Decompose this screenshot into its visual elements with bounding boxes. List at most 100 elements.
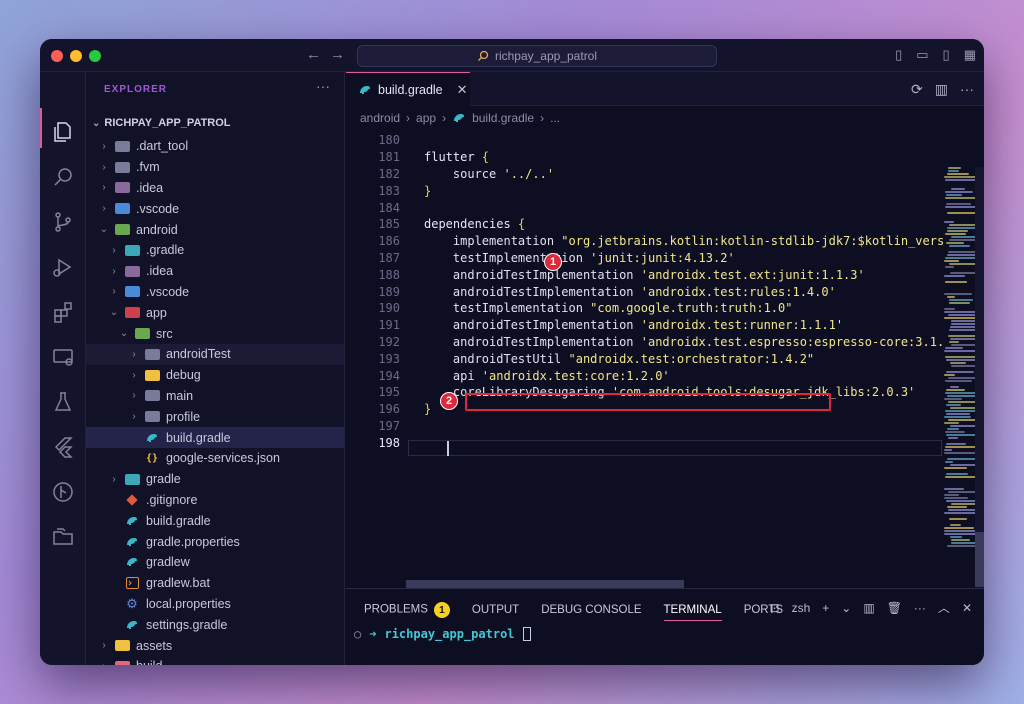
run-debug-icon[interactable]	[51, 255, 75, 279]
vertical-scrollbar[interactable]	[975, 167, 984, 587]
split-editor-icon[interactable]: ▥	[935, 81, 948, 98]
tree-item[interactable]: ⌄ src	[86, 323, 344, 344]
tree-item[interactable]: › .vscode	[86, 282, 344, 303]
chevron-down-icon[interactable]: ⌄	[841, 601, 851, 615]
folder-icon	[144, 347, 160, 361]
breadcrumb-item[interactable]: android	[360, 111, 400, 125]
git-graph-icon[interactable]	[51, 480, 75, 504]
breadcrumb-item[interactable]: ...	[550, 111, 560, 125]
tree-item[interactable]: › .idea	[86, 178, 344, 199]
more-actions-icon[interactable]: ···	[316, 78, 330, 94]
tree-item[interactable]: build.gradle	[86, 427, 344, 448]
close-tab-icon[interactable]: ✕	[457, 82, 468, 98]
tree-item[interactable]: build.gradle	[86, 510, 344, 531]
breadcrumb-item[interactable]: build.gradle	[472, 111, 534, 125]
chevron-right-icon: ›	[102, 161, 106, 173]
toggle-sidebar-icon[interactable]: ▯	[895, 47, 902, 63]
more-actions-icon[interactable]: ···	[960, 81, 974, 98]
vertical-scrollbar-thumb[interactable]	[975, 532, 984, 587]
code-token: androidTestUtil	[424, 351, 569, 366]
line-number: 191	[378, 318, 400, 333]
testing-icon[interactable]	[51, 390, 75, 414]
maximize-panel-icon[interactable]: ︿	[938, 599, 950, 616]
tree-item[interactable]: .gitignore	[86, 490, 344, 511]
tab-problems[interactable]: PROBLEMS 1	[364, 602, 450, 618]
breadcrumb-item[interactable]: app	[416, 111, 436, 125]
tree-item[interactable]: › .fvm	[86, 157, 344, 178]
tree-item[interactable]: › .vscode	[86, 198, 344, 219]
minimap-line	[947, 296, 955, 298]
minimap-line	[950, 362, 966, 364]
tree-item[interactable]: ⌄ app	[86, 302, 344, 323]
search-icon[interactable]	[51, 165, 75, 189]
tree-item[interactable]: ⌄ android	[86, 219, 344, 240]
minimap-line	[944, 308, 955, 310]
gradle-elephant-icon	[124, 555, 140, 569]
extensions-icon[interactable]	[51, 300, 75, 324]
toggle-panel-icon[interactable]: ▭	[916, 47, 928, 63]
flutter-icon[interactable]	[51, 435, 75, 459]
tree-item[interactable]: › build	[86, 656, 344, 665]
panel-tabs: PROBLEMS 1 OUTPUT DEBUG CONSOLE TERMINAL …	[364, 599, 783, 621]
tree-item[interactable]: › profile	[86, 406, 344, 427]
tree-item[interactable]: gradle.properties	[86, 531, 344, 552]
source-control-icon[interactable]	[51, 210, 75, 234]
tab-problems-label: PROBLEMS	[364, 603, 428, 616]
minimap-line	[946, 443, 966, 445]
tree-item[interactable]: gradlew.bat	[86, 573, 344, 594]
more-actions-icon[interactable]: ···	[914, 601, 926, 615]
close-window-button[interactable]	[51, 50, 63, 62]
minimap-line	[949, 341, 959, 343]
tree-item[interactable]: › assets	[86, 635, 344, 656]
line-number: 188	[378, 267, 400, 282]
terminal-prompt[interactable]: ○ ➜ richpay_app_patrol	[354, 627, 531, 641]
back-arrow-icon[interactable]: ←	[306, 46, 321, 63]
trash-icon[interactable]: 🗑	[887, 601, 902, 615]
forward-arrow-icon[interactable]: →	[330, 46, 345, 63]
tree-item[interactable]: › .gradle	[86, 240, 344, 261]
tree-item[interactable]: {} google-services.json	[86, 448, 344, 469]
tab-terminal[interactable]: TERMINAL	[663, 604, 722, 621]
tree-item[interactable]: › .idea	[86, 261, 344, 282]
line-number: 183	[378, 183, 400, 198]
explorer-icon[interactable]	[51, 120, 75, 144]
toggle-secondary-sidebar-icon[interactable]: ▯	[943, 47, 950, 63]
minimize-window-button[interactable]	[70, 50, 82, 62]
customize-layout-icon[interactable]: ▦	[964, 47, 976, 63]
tree-item[interactable]: settings.gradle	[86, 614, 344, 635]
project-root[interactable]: ⌄ RICHPAY_APP_PATROL	[86, 113, 344, 133]
tree-item[interactable]: › androidTest	[86, 343, 344, 365]
tree-item[interactable]: › gradle	[86, 469, 344, 490]
chevron-right-icon: ›	[132, 390, 136, 402]
horizontal-scrollbar[interactable]	[406, 580, 684, 588]
line-number: 187	[378, 250, 400, 265]
tree-item[interactable]: gradlew	[86, 552, 344, 573]
shell-name[interactable]: zsh	[792, 601, 811, 615]
tree-item-label: build.gradle	[146, 513, 211, 528]
project-manager-icon[interactable]	[51, 525, 75, 549]
code-token: api	[424, 368, 482, 383]
tree-item[interactable]: › .dart_tool	[86, 136, 344, 157]
chevron-right-icon: ›	[112, 473, 116, 485]
command-center-search[interactable]: richpay_app_patrol	[357, 45, 717, 67]
tab-build-gradle[interactable]: build.gradle ✕	[346, 72, 470, 106]
layout-controls: ▯ ▭ ▯ ▦	[895, 47, 976, 63]
new-terminal-icon[interactable]: +	[822, 601, 829, 615]
code-token: }	[424, 402, 432, 417]
maximize-window-button[interactable]	[89, 50, 101, 62]
tab-debug-console[interactable]: DEBUG CONSOLE	[541, 604, 641, 616]
code-line: 191 androidTestImplementation 'androidx.…	[346, 317, 906, 334]
annotation-highlight-box	[465, 393, 831, 411]
tree-item-label: .fvm	[136, 160, 160, 175]
sync-icon[interactable]: ⟳	[911, 81, 923, 98]
code-line: 182 source '../..'	[346, 166, 906, 183]
minimap-line	[944, 488, 964, 490]
minimap-line	[944, 467, 967, 469]
remote-explorer-icon[interactable]	[51, 345, 75, 369]
tree-item[interactable]: › debug	[86, 365, 344, 386]
split-terminal-icon[interactable]: ▥	[863, 601, 874, 615]
close-panel-icon[interactable]: ✕	[962, 601, 972, 615]
tree-item[interactable]: › main	[86, 386, 344, 407]
tree-item[interactable]: ⚙ local.properties	[86, 594, 344, 615]
tab-output[interactable]: OUTPUT	[472, 604, 519, 616]
